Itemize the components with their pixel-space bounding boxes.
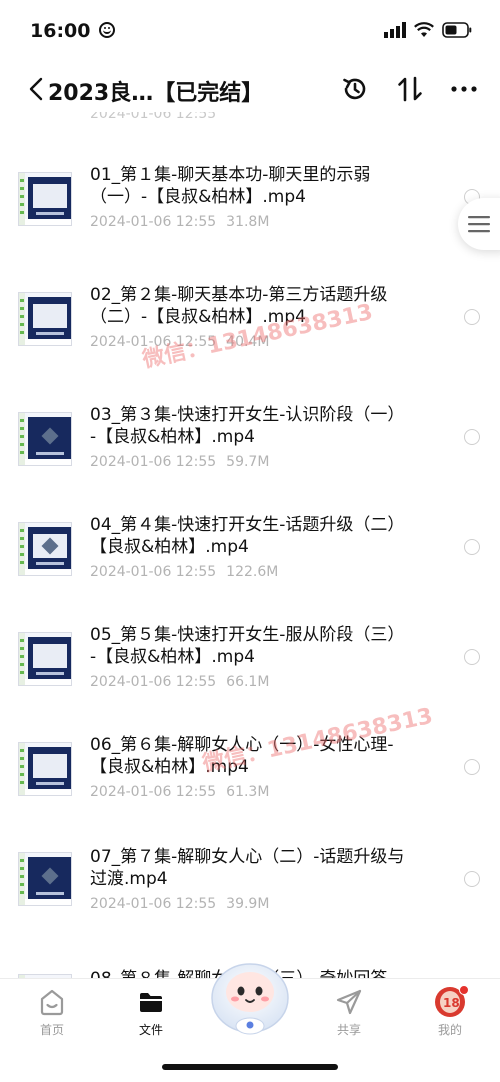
file-size: 122.6M xyxy=(226,564,279,580)
video-thumbnail xyxy=(18,742,72,796)
tab-files[interactable]: 文件 xyxy=(111,987,191,1038)
list-item[interactable]: 07_第７集-解聊女人心（二）-话题升级与过渡.mp4 2024-01-06 1… xyxy=(0,840,500,950)
file-date: 2024-01-06 12:55 xyxy=(90,564,217,580)
file-name: 07_第７集-解聊女人心（二）-话题升级与过渡.mp4 xyxy=(90,847,405,889)
file-meta: 2024-01-06 12:55 66.1M xyxy=(90,674,269,690)
list-item[interactable]: 04_第４集-快速打开女生-话题升级（二）【良叔&柏林】.mp4 2024-01… xyxy=(0,510,500,620)
select-radio[interactable] xyxy=(464,871,480,887)
menu-icon xyxy=(468,216,490,233)
file-size: 59.7M xyxy=(226,454,270,470)
select-radio[interactable] xyxy=(464,429,480,445)
home-icon xyxy=(37,987,67,1017)
back-arrow-icon xyxy=(29,77,43,101)
video-thumbnail xyxy=(18,412,72,466)
nav-bar: 2023良…【已完结】 xyxy=(0,66,500,112)
list-item[interactable]: 01_第１集-聊天基本功-聊天里的示弱（一）-【良叔&柏林】.mp4 2024-… xyxy=(0,160,500,270)
video-thumbnail xyxy=(18,292,72,346)
select-radio[interactable] xyxy=(464,539,480,555)
avatar-icon: 18 xyxy=(435,985,469,1017)
status-bar: 16:00 xyxy=(0,0,500,60)
file-date: 2024-01-06 12:55 xyxy=(90,896,217,912)
file-meta: 2024-01-06 12:55 31.8M xyxy=(90,214,269,230)
file-meta: 2024-01-06 12:55 61.3M xyxy=(90,784,269,800)
list-item[interactable]: 02_第２集-聊天基本功-第三方话题升级（二）-【良叔&柏林】.mp4 2024… xyxy=(0,280,500,390)
more-button[interactable] xyxy=(447,72,481,106)
list-item[interactable]: 06_第６集-解聊女人心（一）-女性心理-【良叔&柏林】.mp4 2024-01… xyxy=(0,730,500,840)
file-date: 2024-01-06 12:55 xyxy=(90,214,217,230)
wifi-icon xyxy=(414,22,434,37)
tab-home[interactable]: 首页 xyxy=(12,987,92,1038)
smiley-icon xyxy=(99,22,116,38)
mascot-icon xyxy=(211,963,289,1035)
file-name: 02_第２集-聊天基本功-第三方话题升级（二）-【良叔&柏林】.mp4 xyxy=(90,285,388,327)
file-meta: 2024-01-06 12:55 40.4M xyxy=(90,334,269,350)
tab-profile[interactable]: 18 我的 xyxy=(410,985,490,1038)
video-thumbnail xyxy=(18,852,72,906)
file-size: 40.4M xyxy=(226,334,270,350)
avatar-badge-text: 18 xyxy=(443,996,460,1010)
file-size: 66.1M xyxy=(226,674,270,690)
file-size: 61.3M xyxy=(226,784,270,800)
history-icon xyxy=(343,78,366,100)
video-thumbnail xyxy=(18,172,72,226)
more-icon xyxy=(451,86,477,92)
share-icon xyxy=(334,987,364,1017)
cellular-signal-icon xyxy=(384,22,406,38)
battery-icon xyxy=(442,22,472,38)
file-name: 04_第４集-快速打开女生-话题升级（二）【良叔&柏林】.mp4 xyxy=(90,515,405,557)
file-date: 2024-01-06 12:55 xyxy=(90,674,217,690)
page-title: 2023良…【已完结】 xyxy=(48,81,264,106)
clipped-file-meta: 2024-01-06 12:55 xyxy=(90,112,217,120)
status-time: 16:00 xyxy=(30,20,116,42)
file-name: 05_第５集-快速打开女生-服从阶段（三）-【良叔&柏林】.mp4 xyxy=(90,625,405,667)
file-meta: 2024-01-06 12:55 122.6M xyxy=(90,564,278,580)
video-thumbnail xyxy=(18,632,72,686)
file-size: 39.9M xyxy=(226,896,270,912)
file-name: 06_第６集-解聊女人心（一）-女性心理-【良叔&柏林】.mp4 xyxy=(90,735,394,777)
status-indicators xyxy=(384,22,472,38)
history-button[interactable] xyxy=(338,72,372,106)
file-meta: 2024-01-06 12:55 59.7M xyxy=(90,454,269,470)
select-radio[interactable] xyxy=(464,309,480,325)
file-date: 2024-01-06 12:55 xyxy=(90,454,217,470)
file-name: 01_第１集-聊天基本功-聊天里的示弱（一）-【良叔&柏林】.mp4 xyxy=(90,165,371,207)
select-radio[interactable] xyxy=(464,649,480,665)
file-name: 03_第３集-快速打开女生-认识阶段（一）-【良叔&柏林】.mp4 xyxy=(90,405,405,447)
tab-share[interactable]: 共享 xyxy=(309,987,389,1038)
home-indicator xyxy=(162,1064,338,1070)
file-date: 2024-01-06 12:55 xyxy=(90,784,217,800)
list-item[interactable]: 05_第５集-快速打开女生-服从阶段（三）-【良叔&柏林】.mp4 2024-0… xyxy=(0,620,500,730)
notification-dot xyxy=(459,985,469,995)
video-thumbnail xyxy=(18,522,72,576)
sort-button[interactable] xyxy=(393,72,427,106)
tab-profile-label: 我的 xyxy=(437,1023,462,1037)
file-size: 31.8M xyxy=(226,214,270,230)
tab-files-label: 文件 xyxy=(138,1023,163,1037)
sort-icon xyxy=(398,76,422,102)
file-list[interactable]: 01_第１集-聊天基本功-聊天里的示弱（一）-【良叔&柏林】.mp4 2024-… xyxy=(0,120,500,978)
tab-share-label: 共享 xyxy=(336,1023,361,1037)
list-item[interactable]: 03_第３集-快速打开女生-认识阶段（一）-【良叔&柏林】.mp4 2024-0… xyxy=(0,400,500,510)
mascot-button[interactable] xyxy=(206,952,294,1036)
back-button[interactable] xyxy=(24,72,48,106)
tab-home-label: 首页 xyxy=(39,1023,64,1037)
folder-icon xyxy=(136,987,166,1017)
file-meta: 2024-01-06 12:55 39.9M xyxy=(90,896,269,912)
file-date: 2024-01-06 12:55 xyxy=(90,334,217,350)
select-radio[interactable] xyxy=(464,759,480,775)
